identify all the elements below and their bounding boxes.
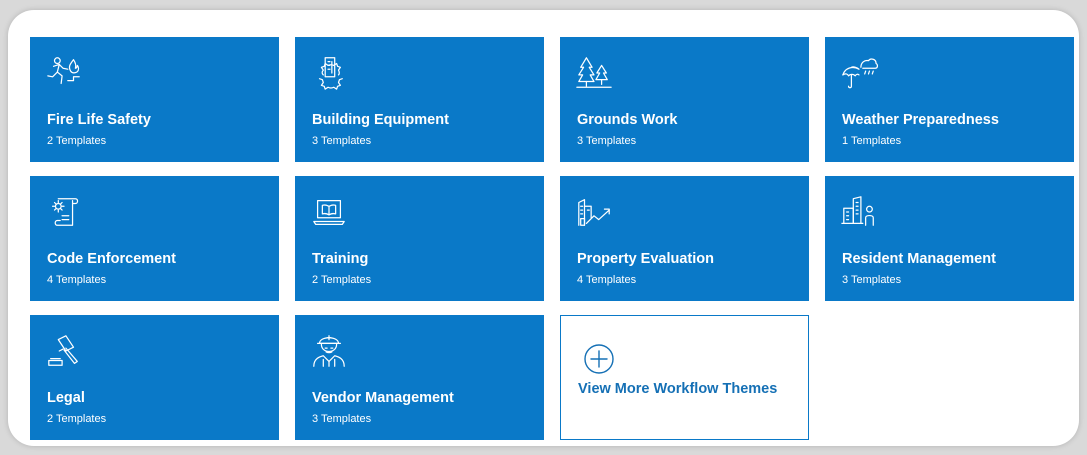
template-count: 3 Templates [312, 135, 372, 147]
theme-tile-building-equipment[interactable]: Building Equipment 3 Templates [295, 37, 544, 162]
view-more-label: View More Workflow Themes [578, 381, 778, 397]
theme-tile-resident-management[interactable]: Resident Management 3 Templates [825, 176, 1074, 301]
theme-tile-fire-life-safety[interactable]: Fire Life Safety 2 Templates [30, 37, 279, 162]
worker-icon [310, 332, 348, 370]
theme-title: Vendor Management [312, 390, 454, 406]
theme-tile-weather-preparedness[interactable]: Weather Preparedness 1 Templates [825, 37, 1074, 162]
theme-tile-property-evaluation[interactable]: Property Evaluation 4 Templates [560, 176, 809, 301]
theme-title: Building Equipment [312, 112, 449, 128]
gear-scroll-icon [45, 193, 83, 231]
theme-title: Legal [47, 390, 85, 406]
theme-title: Code Enforcement [47, 251, 176, 267]
theme-title: Grounds Work [577, 112, 678, 128]
template-count: 2 Templates [312, 274, 372, 286]
building-gear-icon [310, 54, 348, 92]
workflow-themes-panel: Fire Life Safety 2 Templates Building Eq… [8, 10, 1079, 446]
umbrella-rain-icon [840, 54, 878, 92]
template-count: 3 Templates [312, 413, 372, 425]
building-trend-icon [575, 193, 613, 231]
trees-icon [575, 54, 613, 92]
theme-tile-training[interactable]: Training 2 Templates [295, 176, 544, 301]
building-person-icon [840, 193, 878, 231]
template-count: 2 Templates [47, 413, 107, 425]
theme-title: Property Evaluation [577, 251, 714, 267]
template-count: 2 Templates [47, 135, 107, 147]
template-count: 3 Templates [577, 135, 637, 147]
plus-circle-icon [581, 341, 617, 377]
template-count: 1 Templates [842, 135, 902, 147]
gavel-icon [45, 332, 83, 370]
template-count: 3 Templates [842, 274, 902, 286]
theme-tile-vendor-management[interactable]: Vendor Management 3 Templates [295, 315, 544, 440]
laptop-book-icon [310, 193, 348, 231]
theme-title: Weather Preparedness [842, 112, 999, 128]
theme-title: Fire Life Safety [47, 112, 151, 128]
theme-tile-code-enforcement[interactable]: Code Enforcement 4 Templates [30, 176, 279, 301]
theme-tile-legal[interactable]: Legal 2 Templates [30, 315, 279, 440]
theme-title: Training [312, 251, 369, 267]
fire-escape-icon [45, 54, 83, 92]
theme-title: Resident Management [842, 251, 996, 267]
template-count: 4 Templates [577, 274, 637, 286]
template-count: 4 Templates [47, 274, 107, 286]
view-more-themes-button[interactable]: View More Workflow Themes [560, 315, 809, 440]
theme-tile-grounds-work[interactable]: Grounds Work 3 Templates [560, 37, 809, 162]
theme-grid: Fire Life Safety 2 Templates Building Eq… [30, 37, 1074, 440]
